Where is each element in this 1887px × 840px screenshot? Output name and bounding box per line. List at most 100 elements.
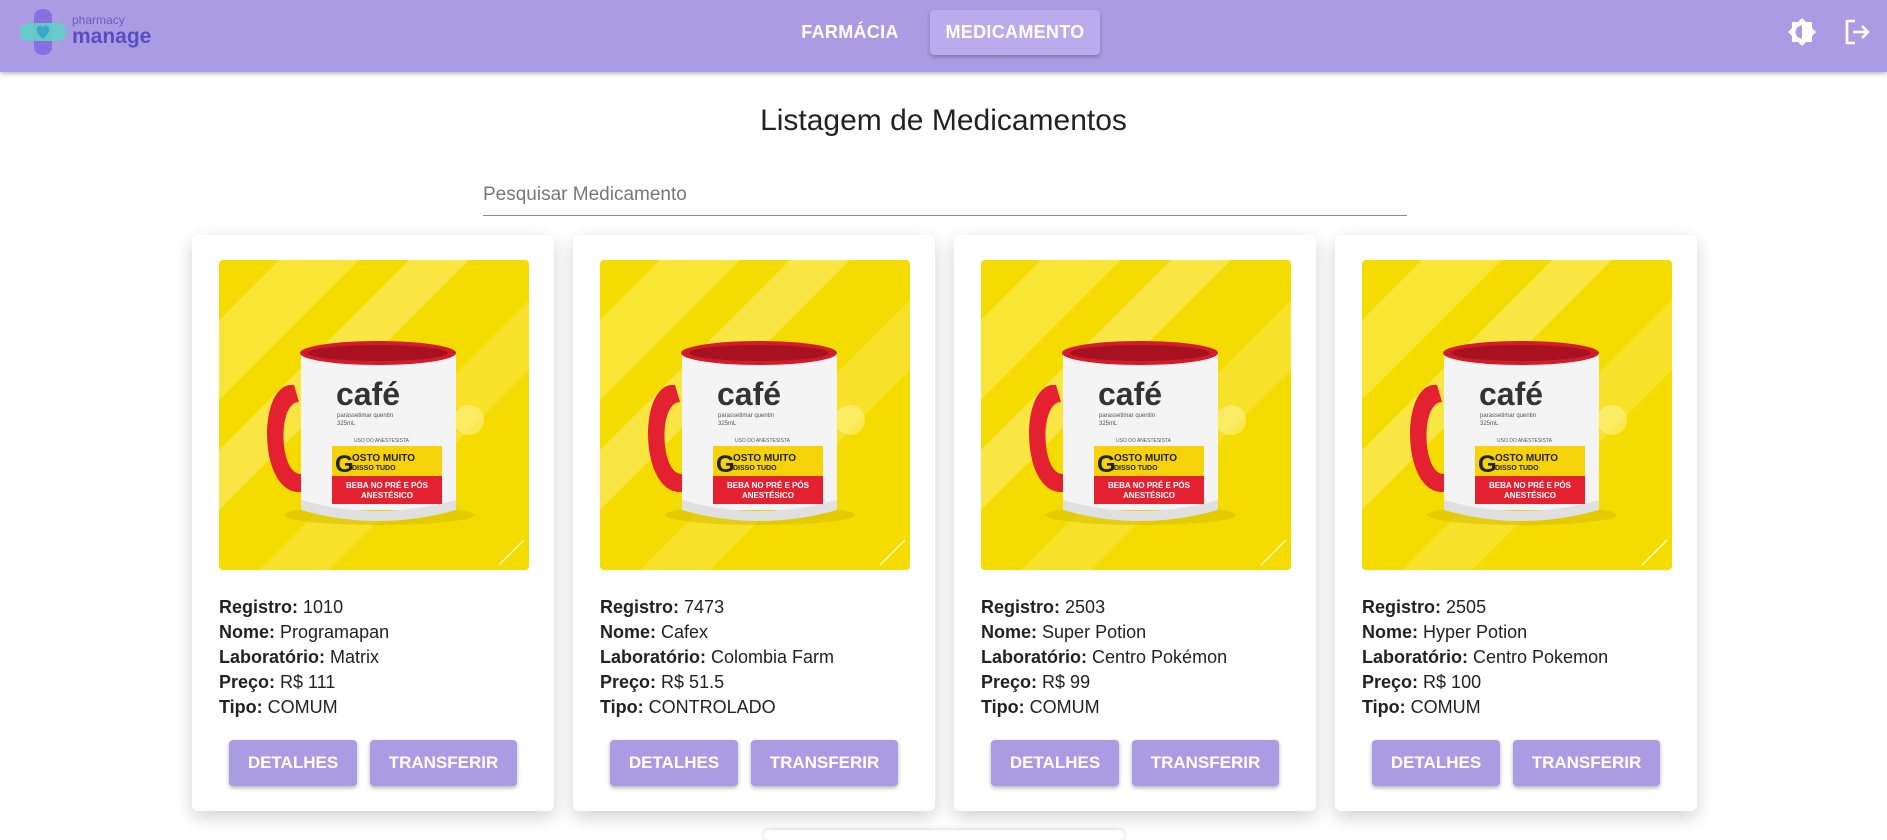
tipo-row: Tipo: COMUM [981,695,1301,720]
svg-text:325mL: 325mL [718,421,737,427]
svg-text:ANESTÉSICO: ANESTÉSICO [742,491,794,500]
svg-text:325mL: 325mL [1480,421,1499,427]
transferir-button[interactable]: TRANSFERIR [751,740,898,786]
nome-label: Nome: [1362,622,1419,642]
svg-text:G: G [1097,451,1116,478]
svg-text:DISSO TUDO: DISSO TUDO [733,465,777,472]
medication-info: Registro: 7473 Nome: Cafex Laboratório: … [600,595,920,720]
svg-text:parassetimar quentin: parassetimar quentin [1480,413,1536,419]
svg-text:325mL: 325mL [337,421,356,427]
laboratorio-label: Laboratório: [219,647,325,667]
svg-text:parassetimar quentin: parassetimar quentin [718,413,774,419]
tipo-value: COMUM [1410,697,1481,717]
medication-card: café parassetimar quentin 325mL USO DO A… [192,235,554,811]
preco-value: R$ 51.5 [661,672,725,692]
tipo-row: Tipo: COMUM [219,695,539,720]
transferir-button[interactable]: TRANSFERIR [370,740,517,786]
svg-text:parassetimar quentin: parassetimar quentin [1099,413,1155,419]
medication-card: café parassetimar quentin 325mL USO DO A… [573,235,935,811]
svg-text:325mL: 325mL [1099,421,1118,427]
brightness-icon[interactable] [1787,17,1817,47]
preco-row: Preço: R$ 51.5 [600,670,920,695]
transferir-button[interactable]: TRANSFERIR [1513,740,1660,786]
detalhes-button[interactable]: DETALHES [991,740,1119,786]
registro-value: 1010 [303,597,344,617]
nome-row: Nome: Super Potion [981,620,1301,645]
svg-text:BEBA NO PRÉ E PÓS: BEBA NO PRÉ E PÓS [346,481,429,490]
nome-label: Nome: [219,622,276,642]
nome-value: Hyper Potion [1423,622,1528,642]
nome-row: Nome: Programapan [219,620,539,645]
coffee-mug-image: café parassetimar quentin 325mL USO DO A… [981,260,1291,570]
tipo-row: Tipo: COMUM [1362,695,1682,720]
svg-text:OSTO MUITO: OSTO MUITO [733,453,796,464]
svg-text:G: G [716,451,735,478]
svg-text:café: café [717,376,781,412]
svg-text:café: café [1098,376,1162,412]
transferir-button[interactable]: TRANSFERIR [1132,740,1279,786]
nav-tab-farmacia[interactable]: FARMÁCIA [790,10,910,55]
detalhes-button[interactable]: DETALHES [1372,740,1500,786]
svg-text:BEBA NO PRÉ E PÓS: BEBA NO PRÉ E PÓS [1489,481,1572,490]
tipo-label: Tipo: [981,697,1025,717]
medication-info: Registro: 2503 Nome: Super Potion Labora… [981,595,1301,720]
pagination[interactable] [764,830,1124,840]
svg-text:ANESTÉSICO: ANESTÉSICO [1123,491,1175,500]
svg-text:BEBA NO PRÉ E PÓS: BEBA NO PRÉ E PÓS [1108,481,1191,490]
preco-value: R$ 100 [1423,672,1482,692]
medication-info: Registro: 1010 Nome: Programapan Laborat… [219,595,539,720]
preco-value: R$ 111 [280,672,336,692]
laboratorio-row: Laboratório: Matrix [219,645,539,670]
medication-card: café parassetimar quentin 325mL USO DO A… [1335,235,1697,811]
preco-label: Preço: [600,672,657,692]
nome-value: Cafex [661,622,709,642]
pharmacy-manage-logo[interactable]: pharmacy manage [18,7,151,57]
svg-text:OSTO MUITO: OSTO MUITO [352,453,415,464]
preco-row: Preço: R$ 99 [981,670,1301,695]
tipo-value: COMUM [267,697,338,717]
svg-text:ANESTÉSICO: ANESTÉSICO [1504,491,1556,500]
detalhes-button[interactable]: DETALHES [229,740,357,786]
nome-value: Programapan [280,622,390,642]
svg-text:BEBA NO PRÉ E PÓS: BEBA NO PRÉ E PÓS [727,481,810,490]
tipo-value: CONTROLADO [648,697,776,717]
svg-text:parassetimar quentin: parassetimar quentin [337,413,393,419]
registro-row: Registro: 2505 [1362,595,1682,620]
preco-row: Preço: R$ 111 [219,670,539,695]
svg-text:DISSO TUDO: DISSO TUDO [1495,465,1539,472]
preco-value: R$ 99 [1042,672,1091,692]
registro-label: Registro: [219,597,299,617]
search-input[interactable] [483,177,1407,213]
logout-icon[interactable] [1842,17,1872,47]
coffee-mug-image: café parassetimar quentin 325mL USO DO A… [1362,260,1672,570]
registro-label: Registro: [1362,597,1442,617]
nome-label: Nome: [981,622,1038,642]
preco-label: Preço: [219,672,276,692]
coffee-mug-image: café parassetimar quentin 325mL USO DO A… [219,260,529,570]
svg-text:DISSO TUDO: DISSO TUDO [352,465,396,472]
preco-row: Preço: R$ 100 [1362,670,1682,695]
tipo-label: Tipo: [219,697,263,717]
medication-image: café parassetimar quentin 325mL USO DO A… [219,260,529,570]
laboratorio-row: Laboratório: Centro Pokémon [981,645,1301,670]
svg-text:USO DO ANESTESISTA: USO DO ANESTESISTA [1116,438,1172,444]
registro-row: Registro: 1010 [219,595,539,620]
coffee-mug-image: café parassetimar quentin 325mL USO DO A… [600,260,910,570]
laboratorio-label: Laboratório: [981,647,1087,667]
page-title: Listagem de Medicamentos [760,104,1127,137]
laboratorio-row: Laboratório: Centro Pokemon [1362,645,1682,670]
svg-text:OSTO MUITO: OSTO MUITO [1114,453,1177,464]
medication-image: café parassetimar quentin 325mL USO DO A… [1362,260,1672,570]
svg-text:DISSO TUDO: DISSO TUDO [1114,465,1158,472]
nav-tab-medicamento[interactable]: MEDICAMENTO [930,10,1100,55]
medication-card: café parassetimar quentin 325mL USO DO A… [954,235,1316,811]
svg-text:USO DO ANESTESISTA: USO DO ANESTESISTA [1497,438,1553,444]
svg-text:G: G [1478,451,1497,478]
svg-text:café: café [1479,376,1543,412]
detalhes-button[interactable]: DETALHES [610,740,738,786]
laboratorio-value: Centro Pokemon [1473,647,1609,667]
registro-row: Registro: 7473 [600,595,920,620]
nome-label: Nome: [600,622,657,642]
tipo-label: Tipo: [600,697,644,717]
tipo-label: Tipo: [1362,697,1406,717]
